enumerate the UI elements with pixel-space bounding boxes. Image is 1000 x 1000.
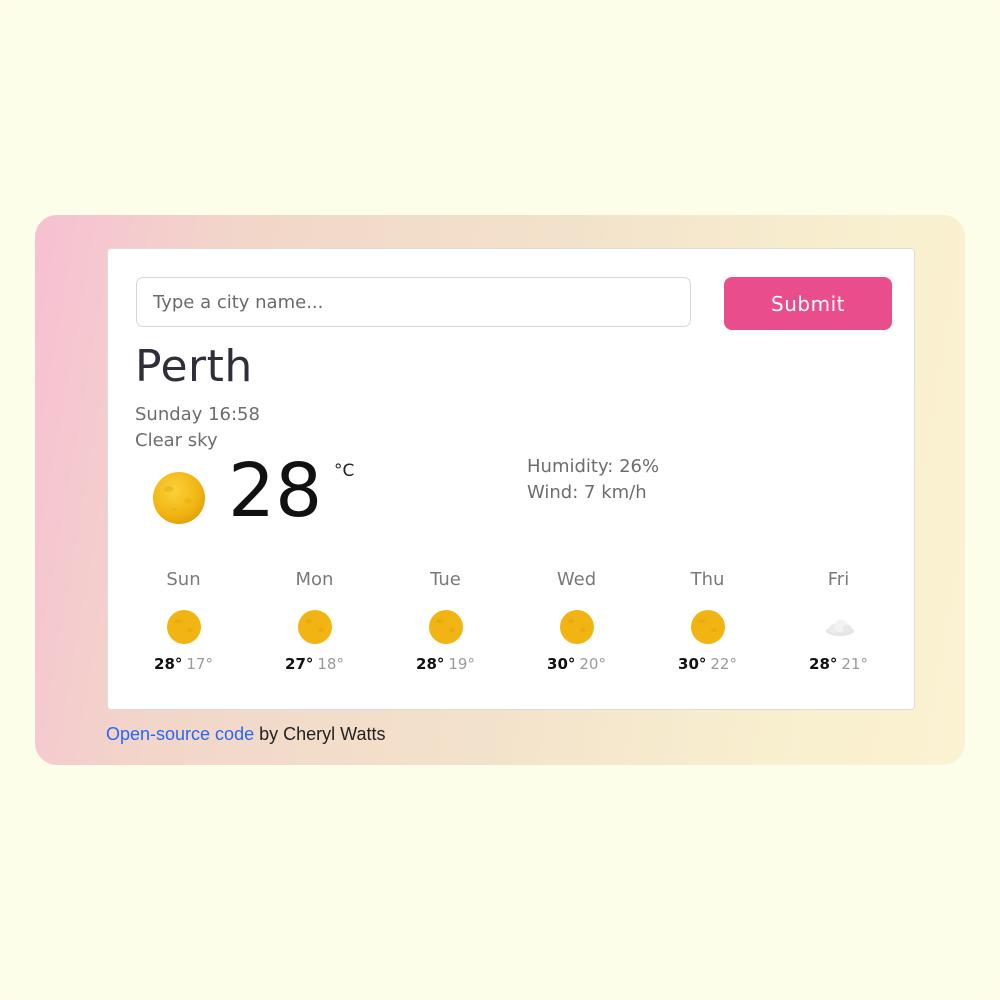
forecast-day-name: Wed (556, 569, 597, 590)
sun-icon (153, 472, 205, 524)
cloud-icon (825, 619, 854, 636)
submit-button[interactable]: Submit (724, 277, 892, 330)
sun-icon (297, 610, 332, 644)
forecast-day: Thu 30° 22° (642, 569, 773, 689)
forecast-max-temp: 28° (154, 655, 183, 673)
forecast-day-name: Tue (430, 569, 461, 590)
forecast-min-temp: 18° (317, 655, 344, 673)
forecast-min-temp: 19° (448, 655, 475, 673)
forecast-day-name: Fri (827, 569, 850, 590)
sun-icon (428, 610, 463, 644)
current-temperature: 28 (228, 448, 323, 534)
city-search-input[interactable] (136, 277, 691, 327)
sun-icon (559, 610, 594, 644)
weather-card: Submit Perth Sunday 16:58 Clear sky 28 °… (107, 248, 915, 710)
wind-value: Wind: 7 km/h (527, 482, 647, 503)
author-credit: by Cheryl Watts (254, 724, 386, 744)
forecast-max-temp: 30° (678, 655, 707, 673)
forecast-day: Mon 27° 18° (249, 569, 380, 689)
forecast-min-temp: 22° (710, 655, 737, 673)
forecast-day: Fri 28° 21° (773, 569, 904, 689)
forecast-day: Sun 28° 17° (118, 569, 249, 689)
forecast-temps: 30° 22° (642, 655, 773, 673)
forecast-min-temp: 21° (841, 655, 868, 673)
weather-description: Clear sky (135, 430, 218, 451)
page-background: Submit Perth Sunday 16:58 Clear sky 28 °… (0, 0, 1000, 1000)
open-source-link[interactable]: Open-source code (106, 724, 254, 744)
forecast-temps: 28° 19° (380, 655, 511, 673)
forecast-day: Tue 28° 19° (380, 569, 511, 689)
forecast-temps: 30° 20° (511, 655, 642, 673)
current-datetime: Sunday 16:58 (135, 404, 260, 425)
humidity-value: Humidity: 26% (527, 456, 660, 477)
forecast-max-temp: 28° (809, 655, 838, 673)
forecast-temps: 28° 17° (118, 655, 249, 673)
forecast-temps: 28° 21° (773, 655, 904, 673)
forecast-row: Sun 28° 17° Mon 27° 18° Tue 28° 19° Wed … (118, 569, 904, 689)
sun-icon (690, 610, 725, 644)
forecast-day-name: Mon (295, 569, 334, 590)
forecast-max-temp: 30° (547, 655, 576, 673)
footer-credit: Open-source code by Cheryl Watts (106, 724, 385, 745)
forecast-day-name: Sun (166, 569, 201, 590)
forecast-max-temp: 27° (285, 655, 314, 673)
forecast-day: Wed 30° 20° (511, 569, 642, 689)
forecast-max-temp: 28° (416, 655, 445, 673)
city-name: Perth (135, 341, 253, 392)
sun-icon (166, 610, 201, 644)
forecast-min-temp: 20° (579, 655, 606, 673)
forecast-temps: 27° 18° (249, 655, 380, 673)
temperature-unit: °C (334, 461, 355, 481)
forecast-day-name: Thu (690, 569, 725, 590)
forecast-min-temp: 17° (186, 655, 213, 673)
